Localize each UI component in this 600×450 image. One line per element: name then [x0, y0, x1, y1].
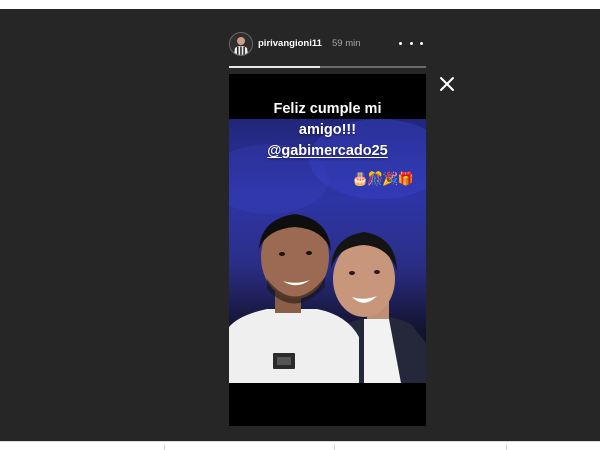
emoji-stickers: 🎂🎊🎉🎁 [352, 171, 414, 186]
caption-line-2: amigo!!! [298, 122, 357, 138]
story-header: pirivangioni11 59 min [229, 30, 426, 58]
avatar-image [230, 33, 252, 55]
more-dot [399, 41, 402, 45]
close-icon-glyph [440, 77, 454, 91]
story-progress-fill [229, 66, 320, 68]
more-icon[interactable] [399, 35, 423, 51]
more-dot [409, 41, 413, 45]
frame-tick [334, 445, 335, 450]
mention-link[interactable]: @gabimercado25 [267, 143, 388, 159]
username[interactable]: pirivangioni11 [258, 38, 322, 49]
frame-divider [0, 441, 600, 442]
close-icon[interactable] [437, 74, 457, 94]
story-caption: Feliz cumple mi amigo!!! @gabimercado25 [229, 99, 426, 162]
story-progress-bar [229, 66, 426, 68]
frame-tick [506, 445, 507, 450]
timestamp: 59 min [332, 38, 361, 49]
story-content[interactable]: Feliz cumple mi amigo!!! @gabimercado25 … [229, 74, 426, 426]
avatar[interactable] [229, 32, 253, 56]
frame-tick [164, 445, 165, 450]
more-dot [420, 41, 423, 45]
caption-line-1: Feliz cumple mi [273, 101, 382, 117]
